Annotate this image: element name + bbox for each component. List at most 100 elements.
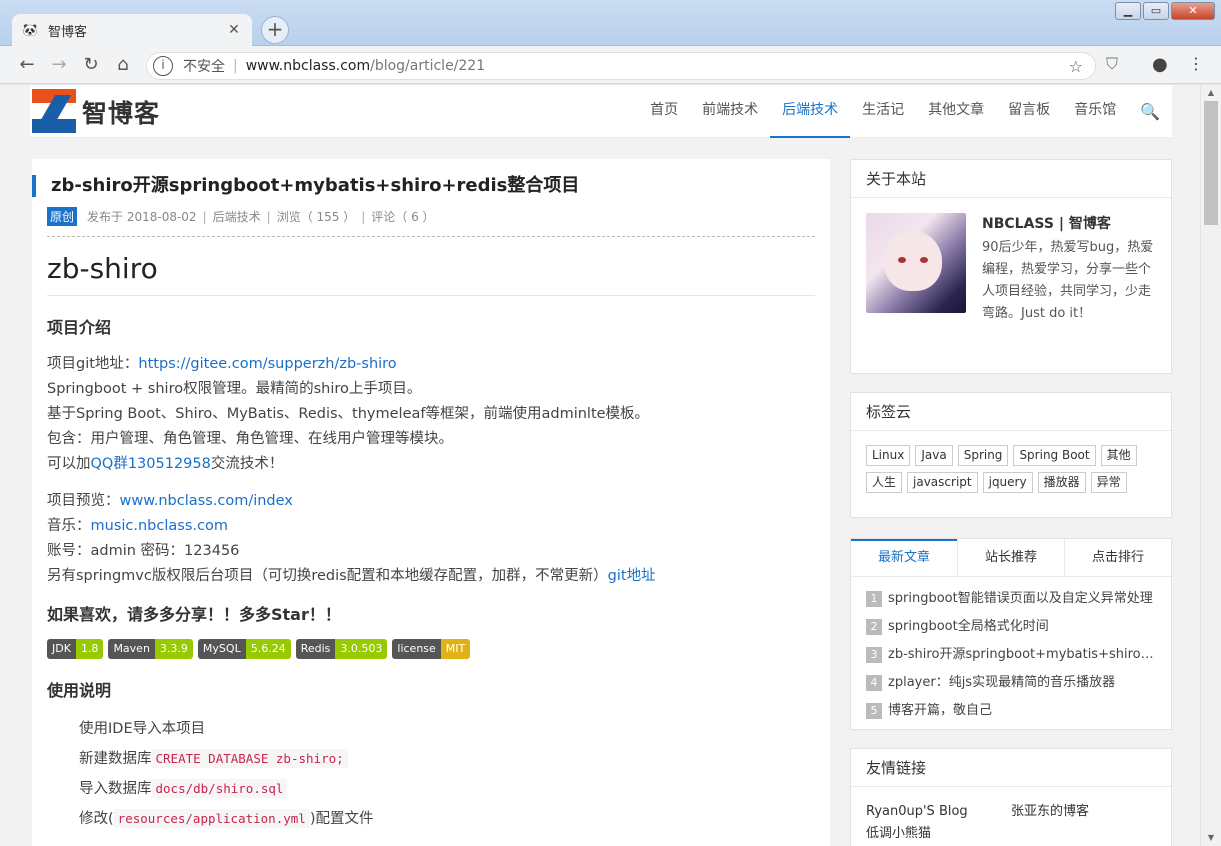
list-item[interactable]: 4 zplayer：纯js实现最精简的音乐播放器 — [866, 669, 1156, 697]
info-icon[interactable]: i — [153, 56, 173, 76]
address-bar[interactable]: i 不安全 | www.nbclass.com/blog/article/221… — [146, 52, 1096, 80]
tab-popular[interactable]: 点击排行 — [1064, 539, 1171, 576]
git-link[interactable]: https://gitee.com/supperzh/zb-shiro — [138, 356, 396, 372]
friend-link[interactable]: 张亚东的博客 — [1011, 801, 1156, 823]
maximize-button[interactable]: ▭ — [1143, 2, 1169, 20]
back-arrow-icon[interactable]: ← — [16, 54, 38, 76]
site-logo-icon[interactable] — [32, 89, 76, 133]
meta-divider: | — [361, 209, 366, 224]
browser-tab[interactable]: 🐼 智博客 ✕ — [12, 14, 252, 46]
intro-line: 包含：用户管理、角色管理、角色管理、在线用户管理等模块。 — [47, 431, 453, 447]
article-title: zb-shiro开源springboot+mybatis+shiro+redis… — [32, 175, 830, 197]
mysql-badge: MySQL 5.6.24 — [197, 639, 291, 659]
web-page: 智博客 首页 前端技术 后端技术 生活记 其他文章 留言板 音乐馆 🔍 zb-s… — [0, 85, 1200, 846]
content-heading: zb-shiro — [47, 249, 815, 296]
tag-item[interactable]: Linux — [866, 445, 911, 466]
intro-paragraph: 项目git地址：https://gitee.com/supperzh/zb-sh… — [47, 352, 815, 477]
friend-link[interactable]: Ryan0up'S Blog — [866, 801, 1011, 823]
about-card: 关于本站 NBCLASS | 智博客 90后少年，热爱写bug，热爱编程，热爱学… — [850, 159, 1172, 374]
usage-list: 使用IDE导入本项目 新建数据库 CREATE DATABASE zb-shiro… — [47, 715, 815, 834]
security-label: 不安全 — [183, 59, 225, 75]
article-body: zb-shiro 项目介绍 项目git地址：https://gitee.com/… — [47, 249, 815, 834]
window-controls: ▁ ▭ ✕ — [1115, 2, 1215, 20]
list-item[interactable]: 1 springboot智能错误页面以及自定义异常处理 — [866, 585, 1156, 613]
nav-life[interactable]: 生活记 — [850, 85, 916, 138]
shield-extension-icon[interactable]: ⛉ — [1106, 54, 1118, 74]
tab-recommended[interactable]: 站长推荐 — [957, 539, 1064, 576]
list-item: 使用IDE导入本项目 — [79, 721, 206, 737]
scroll-thumb[interactable] — [1204, 101, 1218, 225]
license-badge: license MIT — [392, 639, 471, 659]
article-card: zb-shiro开源springboot+mybatis+shiro+redis… — [32, 159, 830, 846]
tag-item[interactable]: 异常 — [1090, 472, 1127, 493]
page-scrollbar[interactable]: ▲ ▼ — [1200, 85, 1221, 846]
meta-divider-line — [47, 236, 815, 237]
tag-cloud-card: 标签云 Linux Java Spring Spring Boot 其他 人生 … — [850, 392, 1172, 518]
search-icon[interactable]: 🔍 — [1128, 102, 1172, 121]
tag-item[interactable]: Spring — [957, 445, 1009, 466]
tag-item[interactable]: Spring Boot — [1013, 445, 1096, 466]
tag-item[interactable]: 其他 — [1100, 445, 1137, 466]
tag-item[interactable]: 播放器 — [1037, 472, 1086, 493]
tab-latest[interactable]: 最新文章 — [851, 539, 957, 576]
music-link[interactable]: music.nbclass.com — [91, 518, 228, 534]
close-tab-icon[interactable]: ✕ — [226, 22, 242, 38]
list-item[interactable]: 3zb-shiro开源springboot+mybatis+shiro+redi… — [866, 641, 1156, 669]
site-header: 智博客 首页 前端技术 后端技术 生活记 其他文章 留言板 音乐馆 🔍 — [30, 85, 1172, 138]
address-divider: | — [233, 58, 238, 74]
list-item[interactable]: 5 博客开篇，敬自己 — [866, 697, 1156, 725]
about-description: 90后少年，热爱写bug，热爱编程，热爱学习，分享一些个人项目经验，共同学习，少… — [982, 240, 1154, 321]
close-window-button[interactable]: ✕ — [1171, 2, 1215, 20]
new-tab-button[interactable]: + — [261, 16, 289, 44]
preview-label: 项目预览： — [47, 493, 120, 509]
scroll-down-icon[interactable]: ▼ — [1201, 830, 1221, 846]
minimize-button[interactable]: ▁ — [1115, 2, 1141, 20]
bookmark-star-icon[interactable]: ☆ — [1069, 57, 1083, 76]
nav-backend[interactable]: 后端技术 — [770, 85, 851, 138]
account-icon[interactable]: ● — [1152, 54, 1168, 75]
qq-group-link[interactable]: QQ群130512958 — [91, 456, 211, 472]
main-nav: 首页 前端技术 后端技术 生活记 其他文章 留言板 音乐馆 🔍 — [638, 85, 1172, 138]
menu-dots-icon[interactable]: ⋮ — [1188, 54, 1204, 73]
article-category[interactable]: 后端技术 — [213, 208, 261, 225]
publish-date: 发布于 2018-08-02 — [87, 210, 197, 224]
friend-link[interactable]: 低调小熊猫 — [866, 823, 1011, 845]
about-name: NBCLASS | 智博客 — [982, 216, 1111, 232]
extra-git-link[interactable]: git地址 — [608, 568, 656, 584]
posts-list: 1 springboot智能错误页面以及自定义异常处理 2 springboot全局… — [851, 577, 1171, 725]
meta-divider: | — [266, 209, 271, 224]
nav-home[interactable]: 首页 — [638, 85, 690, 138]
home-icon[interactable]: ⌂ — [112, 54, 134, 76]
browser-titlebar: 🐼 智博客 ✕ + ▁ ▭ ✕ — [0, 0, 1221, 46]
extra-text: 另有springmvc版权限后台项目（可切换redis配置和本地缓存配置，加群，… — [47, 568, 608, 584]
browser-toolbar: ← → ↻ ⌂ i 不安全 | www.nbclass.com/blog/art… — [0, 46, 1221, 84]
git-label: 项目git地址： — [47, 356, 139, 372]
tag-item[interactable]: jquery — [982, 472, 1033, 493]
tab-title: 智博客 — [48, 24, 88, 40]
scroll-up-icon[interactable]: ▲ — [1201, 85, 1221, 101]
comment-count[interactable]: 评论（ 6 ） — [371, 208, 434, 225]
original-badge: 原创 — [47, 207, 78, 226]
links-card: 友情链接 Ryan0up'S Blog 张亚东的博客 低调小熊猫 — [850, 748, 1172, 846]
nav-frontend[interactable]: 前端技术 — [690, 85, 770, 138]
jdk-badge: JDK 1.8 — [47, 639, 104, 659]
url-host: www.nbclass.com — [245, 58, 371, 74]
links-heading: 友情链接 — [851, 749, 1171, 787]
url-path: /blog/article/221 — [370, 58, 486, 74]
preview-link[interactable]: www.nbclass.com/index — [120, 493, 293, 509]
nav-music[interactable]: 音乐馆 — [1062, 85, 1128, 138]
intro-line: 基于Spring Boot、Shiro、MyBatis、Redis、thymel… — [47, 406, 650, 422]
reload-icon[interactable]: ↻ — [80, 54, 102, 76]
qq-prefix: 可以加 — [47, 456, 91, 472]
list-item[interactable]: 2 springboot全局格式化时间 — [866, 613, 1156, 641]
nav-guestbook[interactable]: 留言板 — [996, 85, 1062, 138]
tag-list: Linux Java Spring Spring Boot 其他 人生 java… — [851, 431, 1171, 493]
nav-other[interactable]: 其他文章 — [916, 85, 996, 138]
article-meta: 原创 发布于 2018-08-02 | 后端技术 | 浏览（ 155 ） | 评… — [47, 207, 435, 226]
forward-arrow-icon[interactable]: → — [48, 54, 70, 76]
tag-item[interactable]: javascript — [907, 472, 978, 493]
site-logo-text[interactable]: 智博客 — [82, 94, 160, 130]
tag-item[interactable]: Java — [915, 445, 953, 466]
tag-item[interactable]: 人生 — [866, 472, 903, 493]
meta-divider: | — [202, 209, 207, 224]
